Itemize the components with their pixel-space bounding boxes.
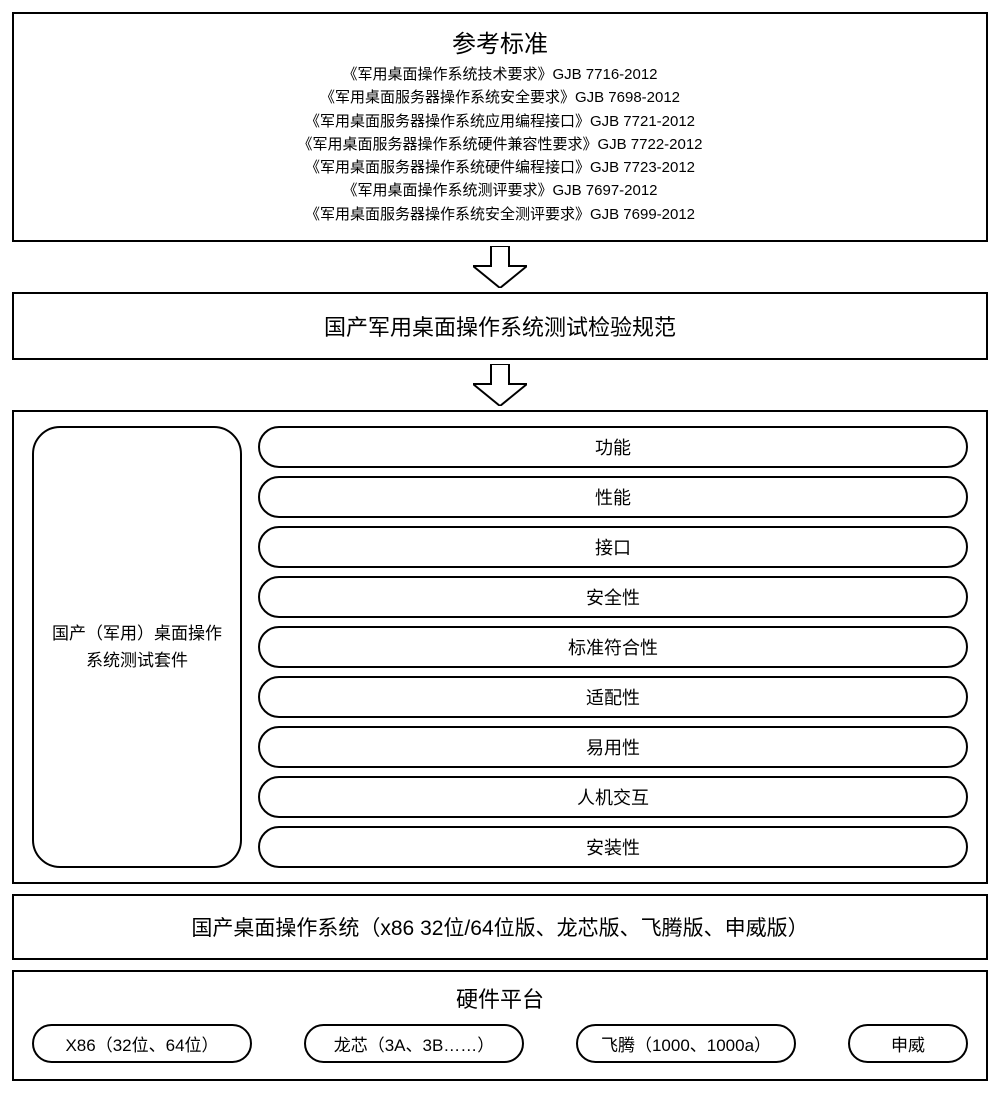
spec-label: 国产军用桌面操作系统测试检验规范: [324, 315, 676, 340]
standard-item: 《军用桌面操作系统测评要求》GJB 7697-2012: [28, 179, 972, 202]
hw-item: 申威: [848, 1024, 968, 1063]
down-arrow-icon: [473, 246, 527, 288]
hw-box: 硬件平台 X86（32位、64位） 龙芯（3A、3B……） 飞腾（1000、10…: [12, 970, 988, 1081]
standards-box: 参考标准 《军用桌面操作系统技术要求》GJB 7716-2012 《军用桌面服务…: [12, 12, 988, 242]
suite-left-line2: 系统测试套件: [52, 647, 222, 674]
standard-item: 《军用桌面服务器操作系统安全测评要求》GJB 7699-2012: [28, 203, 972, 226]
hw-title: 硬件平台: [32, 982, 968, 1014]
suite-item: 安全性: [258, 576, 968, 618]
hw-item: X86（32位、64位）: [32, 1024, 252, 1063]
suite-box: 国产（军用）桌面操作 系统测试套件 功能 性能 接口 安全性 标准符合性 适配性…: [12, 410, 988, 884]
os-box: 国产桌面操作系统（x86 32位/64位版、龙芯版、飞腾版、申威版）: [12, 894, 988, 960]
standards-list: 《军用桌面操作系统技术要求》GJB 7716-2012 《军用桌面服务器操作系统…: [28, 63, 972, 226]
suite-item: 适配性: [258, 676, 968, 718]
standard-item: 《军用桌面服务器操作系统安全要求》GJB 7698-2012: [28, 86, 972, 109]
hw-row: X86（32位、64位） 龙芯（3A、3B……） 飞腾（1000、1000a） …: [32, 1024, 968, 1063]
standards-title: 参考标准: [28, 24, 972, 59]
suite-item: 人机交互: [258, 776, 968, 818]
hw-item: 飞腾（1000、1000a）: [576, 1024, 796, 1063]
suite-left: 国产（军用）桌面操作 系统测试套件: [32, 426, 242, 868]
arrow-1: [12, 246, 988, 288]
suite-item: 功能: [258, 426, 968, 468]
spec-box: 国产军用桌面操作系统测试检验规范: [12, 292, 988, 360]
suite-item: 易用性: [258, 726, 968, 768]
standard-item: 《军用桌面服务器操作系统应用编程接口》GJB 7721-2012: [28, 110, 972, 133]
suite-left-line1: 国产（军用）桌面操作: [52, 620, 222, 647]
suite-item: 标准符合性: [258, 626, 968, 668]
standard-item: 《军用桌面操作系统技术要求》GJB 7716-2012: [28, 63, 972, 86]
suite-item: 接口: [258, 526, 968, 568]
hw-item: 龙芯（3A、3B……）: [304, 1024, 524, 1063]
arrow-2: [12, 364, 988, 406]
down-arrow-icon: [473, 364, 527, 406]
standard-item: 《军用桌面服务器操作系统硬件兼容性要求》GJB 7722-2012: [28, 133, 972, 156]
os-label: 国产桌面操作系统（x86 32位/64位版、龙芯版、飞腾版、申威版）: [191, 917, 808, 940]
suite-right: 功能 性能 接口 安全性 标准符合性 适配性 易用性 人机交互 安装性: [258, 426, 968, 868]
suite-item: 性能: [258, 476, 968, 518]
suite-item: 安装性: [258, 826, 968, 868]
standard-item: 《军用桌面服务器操作系统硬件编程接口》GJB 7723-2012: [28, 156, 972, 179]
